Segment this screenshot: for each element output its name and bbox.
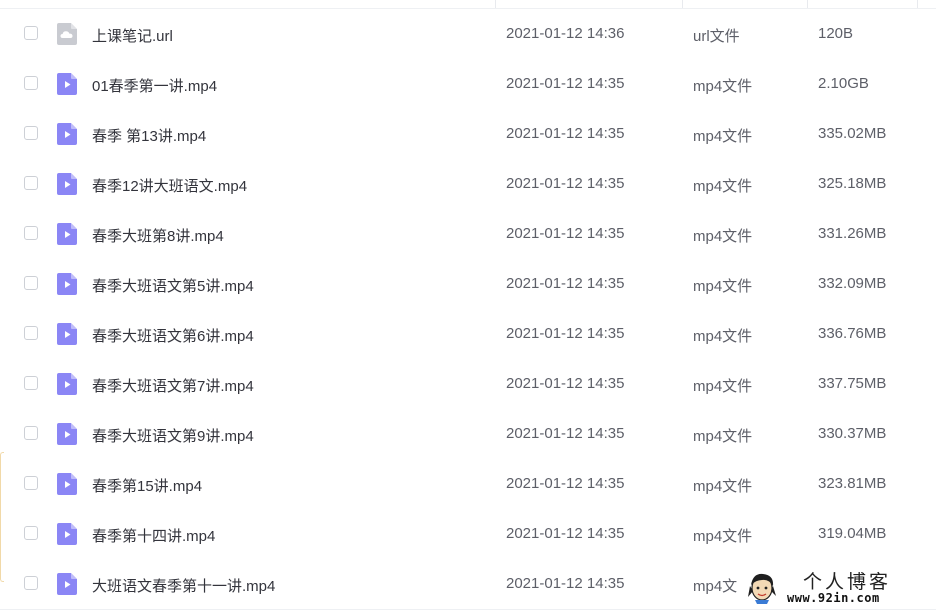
video-file-icon xyxy=(57,223,77,245)
video-file-icon xyxy=(57,423,77,445)
column-divider xyxy=(495,0,496,8)
watermark-title: 个人博客 xyxy=(803,571,892,593)
column-divider xyxy=(917,0,918,8)
file-modified-date: 2021-01-12 14:35 xyxy=(506,175,625,192)
row-checkbox[interactable] xyxy=(24,376,38,390)
row-checkbox[interactable] xyxy=(24,276,38,290)
watermark: 个人博客 www.92in.com xyxy=(741,565,931,609)
file-row[interactable]: 春季大班第8讲.mp4 2021-01-12 14:35 mp4文件 331.26MB xyxy=(0,209,936,259)
file-type: mp4文件 xyxy=(693,278,753,295)
file-size: 325.18MB xyxy=(818,175,887,192)
file-name[interactable]: 春季大班语文第7讲.mp4 xyxy=(92,375,254,396)
watermark-avatar-icon xyxy=(748,573,776,604)
file-name[interactable]: 春季12讲大班语文.mp4 xyxy=(92,175,247,196)
file-row[interactable]: 春季大班语文第9讲.mp4 2021-01-12 14:35 mp4文件 330.37… xyxy=(0,409,936,459)
column-divider xyxy=(807,0,808,8)
file-modified-date: 2021-01-12 14:35 xyxy=(506,575,625,592)
file-modified-date: 2021-01-12 14:35 xyxy=(506,225,625,242)
video-file-icon xyxy=(57,273,77,295)
video-file-icon xyxy=(57,123,77,145)
file-name[interactable]: 01春季第一讲.mp4 xyxy=(92,75,217,96)
file-row[interactable]: 01春季第一讲.mp4 2021-01-12 14:35 mp4文件 2.10GB xyxy=(0,59,936,109)
file-name[interactable]: 春季第15讲.mp4 xyxy=(92,475,202,496)
file-row[interactable]: 上课笔记.url 2021-01-12 14:36 url文件 120B xyxy=(0,9,936,59)
file-size: 335.02MB xyxy=(818,125,887,142)
row-checkbox[interactable] xyxy=(24,76,38,90)
row-checkbox[interactable] xyxy=(24,426,38,440)
file-size: 330.37MB xyxy=(818,425,887,442)
file-size: 120B xyxy=(818,25,854,42)
video-file-icon xyxy=(57,73,77,95)
column-divider xyxy=(682,0,683,8)
file-size: 323.81MB xyxy=(818,475,887,492)
file-type: mp4文件 xyxy=(693,528,753,545)
file-row[interactable]: 春季第15讲.mp4 2021-01-12 14:35 mp4文件 323.81MB xyxy=(0,459,936,509)
video-file-icon xyxy=(57,173,77,195)
file-name[interactable]: 春季第十四讲.mp4 xyxy=(92,525,215,546)
list-header xyxy=(0,0,936,9)
row-checkbox[interactable] xyxy=(24,126,38,140)
file-name[interactable]: 春季大班语文第6讲.mp4 xyxy=(92,325,254,346)
file-name[interactable]: 上课笔记.url xyxy=(92,25,173,46)
file-modified-date: 2021-01-12 14:35 xyxy=(506,125,625,142)
file-name[interactable]: 春季 第13讲.mp4 xyxy=(92,125,206,146)
file-modified-date: 2021-01-12 14:35 xyxy=(506,325,625,342)
file-row[interactable]: 春季 第13讲.mp4 2021-01-12 14:35 mp4文件 335.02MB xyxy=(0,109,936,159)
file-size: 319.04MB xyxy=(818,525,887,542)
file-name[interactable]: 大班语文春季第十一讲.mp4 xyxy=(92,575,275,596)
video-file-icon xyxy=(57,323,77,345)
video-file-icon xyxy=(57,523,77,545)
file-type: mp4文件 xyxy=(693,178,753,195)
file-modified-date: 2021-01-12 14:35 xyxy=(506,75,625,92)
file-type: mp4文件 xyxy=(693,378,753,395)
video-file-icon xyxy=(57,473,77,495)
file-list: 上课笔记.url 2021-01-12 14:36 url文件 120B 01春季第一讲… xyxy=(0,9,936,609)
file-name[interactable]: 春季大班第8讲.mp4 xyxy=(92,225,224,246)
file-size: 2.10GB xyxy=(818,75,869,92)
row-checkbox[interactable] xyxy=(24,526,38,540)
file-row[interactable]: 春季第十四讲.mp4 2021-01-12 14:35 mp4文件 319.04MB xyxy=(0,509,936,559)
file-row[interactable]: 春季12讲大班语文.mp4 2021-01-12 14:35 mp4文件 325.18… xyxy=(0,159,936,209)
file-type: mp4文 xyxy=(693,578,738,595)
list-bottom-border xyxy=(0,609,936,613)
watermark-url: www.92in.com xyxy=(787,591,880,605)
file-size: 336.76MB xyxy=(818,325,887,342)
file-name[interactable]: 春季大班语文第5讲.mp4 xyxy=(92,275,254,296)
file-modified-date: 2021-01-12 14:35 xyxy=(506,275,625,292)
row-checkbox[interactable] xyxy=(24,476,38,490)
video-file-icon xyxy=(57,573,77,595)
video-file-icon xyxy=(57,373,77,395)
file-type: mp4文件 xyxy=(693,78,753,95)
row-checkbox[interactable] xyxy=(24,26,38,40)
file-type: mp4文件 xyxy=(693,228,753,245)
file-modified-date: 2021-01-12 14:36 xyxy=(506,25,625,42)
file-type: mp4文件 xyxy=(693,428,753,445)
file-modified-date: 2021-01-12 14:35 xyxy=(506,475,625,492)
file-size: 331.26MB xyxy=(818,225,887,242)
file-modified-date: 2021-01-12 14:35 xyxy=(506,425,625,442)
file-type: url文件 xyxy=(693,28,740,45)
file-modified-date: 2021-01-12 14:35 xyxy=(506,525,625,542)
file-size: 337.75MB xyxy=(818,375,887,392)
row-checkbox[interactable] xyxy=(24,326,38,340)
file-row[interactable]: 春季大班语文第5讲.mp4 2021-01-12 14:35 mp4文件 332.09… xyxy=(0,259,936,309)
file-row[interactable]: 春季大班语文第6讲.mp4 2021-01-12 14:35 mp4文件 336.76… xyxy=(0,309,936,359)
file-name[interactable]: 春季大班语文第9讲.mp4 xyxy=(92,425,254,446)
row-checkbox[interactable] xyxy=(24,576,38,590)
link-file-icon xyxy=(57,23,77,45)
file-type: mp4文件 xyxy=(693,328,753,345)
file-type: mp4文件 xyxy=(693,128,753,145)
row-checkbox[interactable] xyxy=(24,176,38,190)
row-checkbox[interactable] xyxy=(24,226,38,240)
file-type: mp4文件 xyxy=(693,478,753,495)
file-modified-date: 2021-01-12 14:35 xyxy=(506,375,625,392)
file-size: 332.09MB xyxy=(818,275,887,292)
file-row[interactable]: 春季大班语文第7讲.mp4 2021-01-12 14:35 mp4文件 337.75… xyxy=(0,359,936,409)
